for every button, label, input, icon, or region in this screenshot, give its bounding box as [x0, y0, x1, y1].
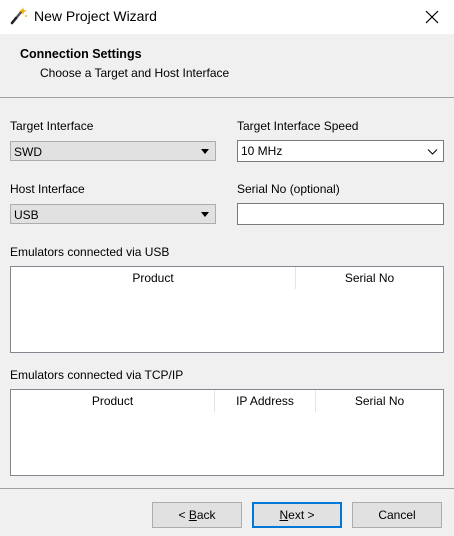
tcpip-emulators-label: Emulators connected via TCP/IP: [10, 368, 184, 382]
column-header-ip-address[interactable]: IP Address: [215, 390, 316, 412]
tcpip-emulators-list[interactable]: Product IP Address Serial No: [10, 389, 444, 476]
next-button[interactable]: Next >: [252, 502, 342, 528]
title-bar: New Project Wizard: [0, 0, 454, 34]
next-button-mnemonic: N: [279, 508, 289, 522]
window-title: New Project Wizard: [34, 8, 157, 24]
close-button[interactable]: [410, 0, 454, 34]
back-button-mnemonic: B: [188, 508, 197, 522]
column-header-serial-no[interactable]: Serial No: [316, 390, 443, 412]
serial-no-input[interactable]: [237, 203, 444, 225]
magic-wand-icon: [10, 7, 27, 25]
dropdown-arrow-icon: [201, 149, 209, 154]
usb-emulators-list[interactable]: Product Serial No: [10, 266, 444, 353]
target-speed-label: Target Interface Speed: [237, 119, 359, 133]
dropdown-arrow-icon: [201, 212, 209, 217]
list-header: Product IP Address Serial No: [11, 390, 443, 412]
host-interface-dropdown[interactable]: USB: [10, 204, 216, 224]
serial-no-label: Serial No (optional): [237, 182, 340, 196]
list-header: Product Serial No: [11, 267, 443, 289]
footer-divider: [0, 488, 454, 489]
cancel-button[interactable]: Cancel: [352, 502, 442, 528]
close-icon: [425, 10, 439, 24]
page-subtitle: Choose a Target and Host Interface: [40, 66, 230, 80]
target-speed-value: 10 MHz: [241, 144, 283, 158]
next-button-rest: ext >: [288, 508, 315, 522]
host-interface-label: Host Interface: [10, 182, 85, 196]
column-header-product[interactable]: Product: [11, 390, 215, 412]
column-header-serial-no[interactable]: Serial No: [296, 267, 443, 289]
back-button-prefix: <: [178, 508, 189, 522]
target-speed-dropdown[interactable]: 10 MHz: [237, 140, 444, 162]
chevron-down-icon: [427, 149, 438, 155]
target-interface-value: SWD: [14, 145, 42, 159]
back-button-rest: ack: [196, 508, 216, 522]
target-interface-dropdown[interactable]: SWD: [10, 141, 216, 161]
target-interface-label: Target Interface: [10, 119, 94, 133]
back-button[interactable]: < Back: [152, 502, 242, 528]
page-title: Connection Settings: [20, 47, 142, 61]
usb-emulators-label: Emulators connected via USB: [10, 245, 170, 259]
wizard-header: Connection Settings Choose a Target and …: [0, 34, 454, 98]
column-header-product[interactable]: Product: [11, 267, 296, 289]
host-interface-value: USB: [14, 208, 39, 222]
